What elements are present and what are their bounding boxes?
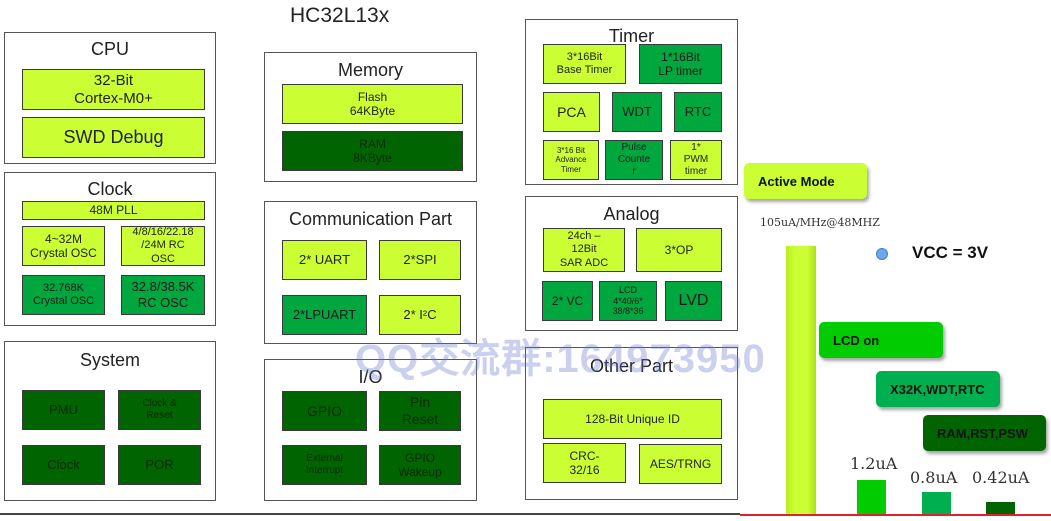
timer-panel: Timer 3*16Bit Base Timer 1*16Bit LP time…	[525, 19, 738, 185]
clock-reset-block: Clock & Reset	[118, 390, 201, 430]
system-panel: System PMU Clock & Reset Clock POR	[4, 341, 216, 501]
crc-block: CRC- 32/16	[543, 443, 626, 483]
crystal-osc-block: 4~32M Crystal OSC	[22, 226, 105, 266]
lcd-on-bar	[857, 480, 886, 514]
rc-osc-block: 4/8/16/22.18 /24M RC OSC	[121, 226, 205, 266]
lcd-on-value: 1.2uA	[850, 454, 898, 473]
swd-debug-block: SWD Debug	[22, 117, 205, 158]
ram-value: 0.42uA	[972, 468, 1030, 487]
advance-timer-block: 3*16 Bit Advance Timer	[543, 140, 599, 180]
lcd-block: LCD 4*40/6* 38/8*36	[599, 281, 657, 321]
active-rate-label: 105uA/MHz@48MHZ	[760, 216, 880, 229]
x32k-bar	[922, 491, 951, 514]
cpu-title: CPU	[90, 39, 129, 59]
analog-panel: Analog 24ch – 12Bit SAR ADC 3*OP 2* VC L…	[525, 196, 738, 331]
op-amp-block: 3*OP	[636, 228, 722, 272]
pwm-timer-block: 1* PWM timer	[670, 140, 722, 180]
active-mode-bar	[786, 246, 816, 514]
memory-title: Memory	[337, 60, 403, 80]
system-title: System	[79, 350, 140, 370]
wdt-block: WDT	[612, 92, 662, 132]
ram-bar	[986, 502, 1015, 514]
low-crystal-osc-block: 32.768K Crystal OSC	[22, 275, 105, 315]
por-block: POR	[118, 445, 201, 485]
lvd-block: LVD	[665, 281, 722, 321]
low-rc-osc-block: 32.8/38.5K RC OSC	[121, 275, 205, 315]
sar-adc-block: 24ch – 12Bit SAR ADC	[543, 228, 625, 272]
vc-block: 2* VC	[542, 281, 593, 321]
rtc-block: RTC	[674, 92, 722, 132]
pmu-block: PMU	[22, 390, 105, 430]
pca-block: PCA	[543, 92, 600, 132]
flash-block: Flash 64KByte	[282, 84, 463, 124]
system-clock-block: Clock	[22, 445, 105, 485]
aes-trng-block: AES/TRNG	[639, 444, 722, 484]
spi-block: 2*SPI	[379, 240, 461, 280]
clock-panel: Clock 48M PLL 4~32M Crystal OSC 4/8/16/2…	[4, 172, 216, 326]
baseline-divider	[0, 513, 740, 515]
x32k-wdt-rtc-label: X32K,WDT,RTC	[876, 371, 1000, 407]
chip-title: HC32L13x	[290, 4, 390, 27]
cpu-core-block: 32-Bit Cortex-M0+	[22, 69, 205, 110]
x32k-value: 0.8uA	[910, 468, 958, 487]
chart-axis-line	[740, 514, 1051, 516]
vcc-legend: VCC = 3V	[912, 243, 989, 262]
legend-dot-icon	[876, 248, 888, 260]
clock-title: Clock	[87, 179, 133, 199]
gpio-wakeup-block: GPIO Wakeup	[379, 445, 461, 485]
analog-title: Analog	[603, 204, 660, 224]
communication-panel: Communication Part 2* UART 2*SPI 2*LPUAR…	[264, 201, 477, 344]
communication-title: Communication Part	[288, 209, 453, 229]
pulse-counter-block: Pulse Counte r	[605, 140, 663, 180]
unique-id-block: 128-Bit Unique ID	[543, 399, 722, 439]
watermark-text: QQ交流群:164973950	[355, 337, 766, 381]
gpio-block: GPIO	[282, 391, 367, 431]
uart-block: 2* UART	[282, 240, 367, 280]
active-mode-label: Active Mode	[744, 163, 867, 199]
pll-block: 48M PLL	[22, 201, 205, 220]
base-timer-block: 3*16Bit Base Timer	[543, 44, 626, 84]
ram-rst-psw-label: RAM,RST,PSW	[923, 415, 1046, 451]
pin-reset-block: Pin Reset	[379, 391, 461, 431]
cpu-panel: CPU 32-Bit Cortex-M0+ SWD Debug	[4, 32, 216, 164]
lcd-on-label: LCD on	[819, 322, 943, 358]
memory-panel: Memory Flash 64KByte RAM 8KByte	[264, 52, 477, 182]
lp-timer-block: 1*16Bit LP timer	[639, 44, 722, 84]
ram-block: RAM 8KByte	[282, 131, 463, 171]
external-interrupt-block: External Interrupt	[282, 445, 367, 485]
